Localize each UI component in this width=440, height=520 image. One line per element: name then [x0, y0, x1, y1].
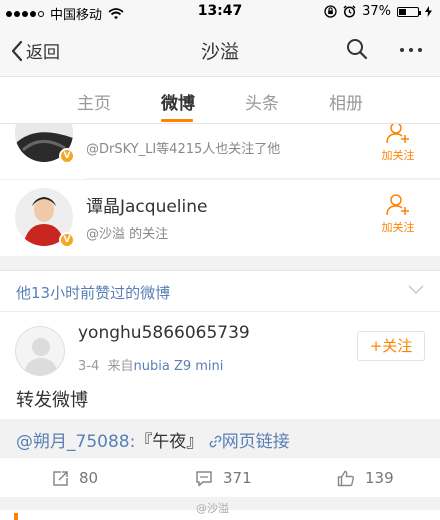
default-avatar-icon	[24, 338, 58, 375]
battery-percent: 37%	[362, 4, 391, 19]
alarm-icon	[343, 5, 356, 18]
tab-home[interactable]: 主页	[77, 89, 111, 114]
link-icon	[209, 435, 222, 448]
thumbs-up-icon	[337, 470, 354, 486]
add-user-icon	[386, 194, 409, 216]
user-subtitle: @DrSKY_LI等4215人也关注了他	[86, 142, 281, 157]
follow-button[interactable]: 加关注	[376, 124, 420, 163]
watermark: @沙溢	[196, 502, 229, 515]
post-device[interactable]: nubia Z9 mini	[134, 359, 224, 374]
nav-bar: 返回 沙溢	[0, 24, 440, 76]
liked-section-title: 他13小时前赞过的微博	[16, 284, 171, 302]
repost-count: 80	[79, 469, 99, 487]
charging-icon	[425, 6, 432, 17]
recommended-user-row[interactable]: V @DrSKY_LI等4215人也关注了他 加关注	[0, 124, 440, 179]
verified-badge-icon: V	[59, 232, 75, 248]
comment-icon	[196, 470, 212, 486]
post-date: 3-4	[78, 359, 100, 374]
search-button[interactable]	[346, 38, 368, 64]
rotation-lock-icon	[324, 5, 337, 18]
repost-mention[interactable]: @朔月_75088:	[16, 432, 135, 452]
user-name[interactable]: 谭晶Jacqueline	[86, 192, 207, 217]
verified-badge-icon: V	[59, 148, 75, 164]
profile-tabs: 主页 微博 头条 相册	[0, 76, 440, 124]
status-right: 37%	[324, 4, 432, 19]
repost-content: 『午夜』	[135, 432, 204, 452]
follow-label: 加关注	[381, 221, 415, 234]
more-dot	[400, 48, 404, 52]
post-meta: 3-4 来自nubia Z9 mini	[78, 355, 223, 374]
liked-section-header[interactable]: 他13小时前赞过的微博	[0, 270, 440, 312]
battery-level	[399, 8, 406, 15]
row-divider	[86, 178, 440, 179]
post-author[interactable]: yonghu5866065739	[78, 323, 250, 343]
page-title: 沙溢	[200, 41, 239, 63]
repost-button[interactable]: 80	[52, 469, 98, 487]
repost-icon	[53, 470, 68, 486]
more-dot	[409, 48, 413, 52]
post-actions: 80 371 139	[0, 457, 440, 497]
more-dot	[418, 48, 422, 52]
recommended-user-row[interactable]: V 谭晶Jacqueline @沙溢 的关注 加关注	[0, 180, 440, 256]
chevron-down-icon	[408, 285, 424, 295]
follow-button[interactable]: 加关注	[376, 194, 420, 235]
tab-headlines[interactable]: 头条	[245, 89, 279, 114]
web-link[interactable]: 网页链接	[222, 432, 290, 452]
active-tab-indicator	[161, 119, 193, 122]
like-count: 139	[365, 469, 394, 487]
next-card-marker	[14, 513, 18, 520]
user-subtitle: @沙溢 的关注	[86, 227, 169, 242]
post-text: 转发微博	[16, 390, 88, 411]
follow-button[interactable]: +关注	[357, 331, 425, 361]
comment-count: 371	[223, 469, 252, 487]
add-user-icon	[386, 124, 409, 144]
battery-icon	[397, 6, 421, 17]
tab-weibo[interactable]: 微博	[161, 89, 195, 114]
reposted-content[interactable]: @朔月_75088:『午夜』 网页链接	[0, 419, 440, 457]
comment-button[interactable]: 371	[195, 469, 252, 487]
more-button[interactable]	[400, 48, 422, 52]
reposted-line: @朔月_75088:『午夜』 网页链接	[16, 427, 290, 452]
weibo-post[interactable]: yonghu5866065739 3-4 来自nubia Z9 mini +关注…	[0, 312, 440, 497]
search-icon	[347, 39, 368, 60]
avatar[interactable]	[15, 326, 65, 376]
follow-label: 加关注	[381, 149, 415, 162]
tab-album[interactable]: 相册	[329, 89, 363, 114]
like-button[interactable]: 139	[337, 469, 394, 487]
post-source-prefix: 来自	[107, 359, 134, 374]
status-bar: 中国移动 13:47 37%	[0, 0, 440, 24]
